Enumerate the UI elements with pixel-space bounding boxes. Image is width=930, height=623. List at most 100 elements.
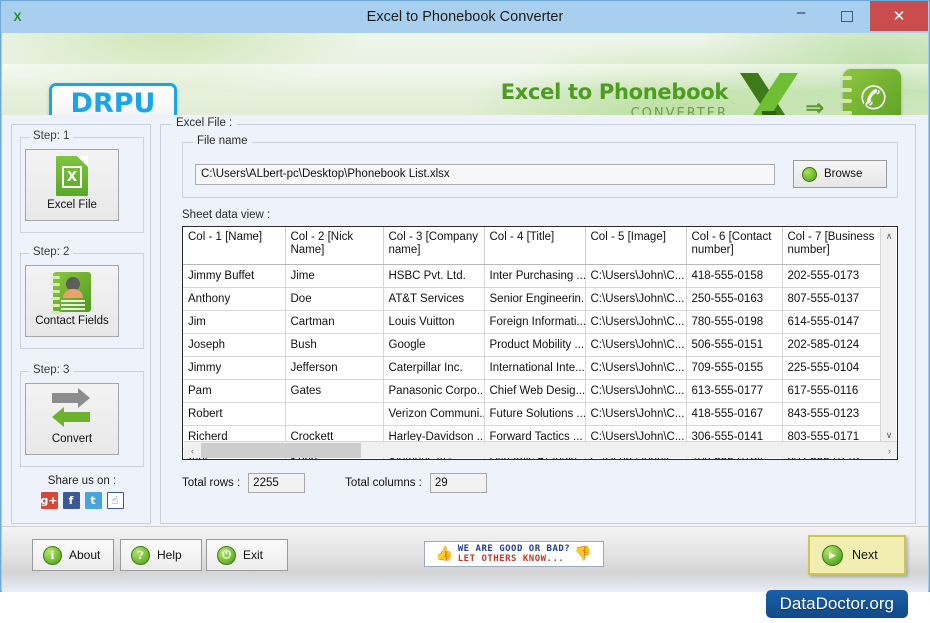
step-2-label: Contact Fields xyxy=(35,315,109,327)
column-header[interactable]: Col - 5 [Image] xyxy=(585,227,687,265)
column-header[interactable]: Col - 6 [Contact number] xyxy=(686,227,783,265)
exit-button[interactable]: ⏻ Exit xyxy=(206,539,288,571)
column-header[interactable]: Col - 4 [Title] xyxy=(484,227,586,265)
share-icon-list: g+ f t ☝ xyxy=(12,492,152,509)
table-cell: 225-555-0104 xyxy=(782,356,883,380)
table-cell: Google xyxy=(383,333,485,357)
table-cell: C:\Users\John\C... xyxy=(585,310,687,334)
scroll-up-icon[interactable]: ∧ xyxy=(881,228,897,245)
data-table: Col - 1 [Name] Col - 2 [Nick Name] Col -… xyxy=(183,227,883,459)
product-title: Excel to Phonebook CONVERTER xyxy=(501,81,729,115)
sidebar-item-convert[interactable]: Convert xyxy=(25,383,119,455)
scroll-left-icon[interactable]: ‹ xyxy=(184,442,201,459)
steps-sidebar: Step: 1 X Excel File Step: 2 Contact Fie… xyxy=(11,124,151,524)
feedback-line1: WE ARE GOOD OR BAD? xyxy=(457,544,571,554)
column-header[interactable]: Col - 7 [Business number] xyxy=(782,227,883,265)
file-path-input[interactable]: C:\Users\ALbert-pc\Desktop\Phonebook Lis… xyxy=(195,164,775,185)
scrollbar-thumb[interactable] xyxy=(201,443,361,458)
table-cell: 843-555-0123 xyxy=(782,402,883,426)
step-1-legend: Step: 1 xyxy=(29,130,74,142)
total-rows-value: 2255 xyxy=(248,473,306,493)
table-cell: Jime xyxy=(285,264,384,288)
application-window: X Excel to Phonebook Converter – ✕ DRPU … xyxy=(0,0,930,592)
total-rows-label: Total rows : xyxy=(182,477,241,489)
table-cell: C:\Users\John\C... xyxy=(585,402,687,426)
table-cell: Jimmy xyxy=(183,356,286,380)
table-cell: C:\Users\John\C... xyxy=(585,287,687,311)
table-row[interactable]: Robert Verizon Communi... Future Solutio… xyxy=(183,402,883,426)
table-cell: Inter Purchasing ... xyxy=(484,264,586,288)
table-cell: Foreign Informati... xyxy=(484,310,586,334)
play-icon: ▶ xyxy=(822,544,843,566)
facebook-icon[interactable]: f xyxy=(62,492,80,509)
next-button[interactable]: ▶ Next xyxy=(808,535,906,575)
table-row[interactable]: Jim Cartman Louis Vuitton Foreign Inform… xyxy=(183,310,883,334)
table-cell: 418-555-0167 xyxy=(686,402,783,426)
browse-icon xyxy=(802,166,817,182)
body-area: Step: 1 X Excel File Step: 2 Contact Fie… xyxy=(2,115,928,592)
table-row[interactable]: Jimmy Jefferson Caterpillar Inc. Interna… xyxy=(183,356,883,380)
total-columns-value: 29 xyxy=(429,473,487,493)
table-cell: Caterpillar Inc. xyxy=(383,356,485,380)
feedback-banner[interactable]: 👍 WE ARE GOOD OR BAD? LET OTHERS KNOW...… xyxy=(424,541,604,567)
sidebar-item-contact-fields[interactable]: Contact Fields xyxy=(25,265,119,337)
excel-x-icon xyxy=(738,71,800,115)
panel-legend: Excel File : xyxy=(171,117,238,129)
feedback-line2: LET OTHERS KNOW... xyxy=(457,554,565,564)
maximize-button[interactable] xyxy=(824,1,870,31)
scroll-right-icon[interactable]: › xyxy=(881,442,897,459)
file-name-group: File name C:\Users\ALbert-pc\Desktop\Pho… xyxy=(182,135,898,198)
drpu-logo: DRPU xyxy=(49,83,177,115)
question-icon: ? xyxy=(131,545,150,565)
grid-horizontal-scrollbar[interactable]: ‹ › xyxy=(184,441,897,459)
google-plus-icon[interactable]: g+ xyxy=(40,492,58,509)
twitter-icon[interactable]: t xyxy=(84,492,102,509)
thumbs-up-icon[interactable]: ☝ xyxy=(106,492,124,509)
column-header[interactable]: Col - 3 [Company name] xyxy=(383,227,485,265)
table-cell: Jefferson xyxy=(285,356,384,380)
grid-vertical-scrollbar[interactable]: ∧ ∨ xyxy=(880,228,896,444)
step-2-legend: Step: 2 xyxy=(29,246,74,258)
excel-file-panel: Excel File : File name C:\Users\ALbert-p… xyxy=(160,117,916,524)
table-row[interactable]: Anthony Doe AT&T Services Senior Enginee… xyxy=(183,287,883,311)
table-cell: Bush xyxy=(285,333,384,357)
table-row[interactable]: Joseph Bush Google Product Mobility ... … xyxy=(183,333,883,357)
table-cell: Panasonic Corpo... xyxy=(383,379,485,403)
table-cell: Joseph xyxy=(183,333,286,357)
column-header[interactable]: Col - 2 [Nick Name] xyxy=(285,227,384,265)
exit-button-label: Exit xyxy=(243,548,264,562)
about-button[interactable]: i About xyxy=(32,539,114,571)
column-header[interactable]: Col - 1 [Name] xyxy=(183,227,286,265)
next-button-label: Next xyxy=(852,548,878,562)
close-button[interactable]: ✕ xyxy=(870,1,928,31)
table-row[interactable]: Jimmy Buffet Jime HSBC Pvt. Ltd. Inter P… xyxy=(183,264,883,288)
thumbs-down-icon: 👎 xyxy=(574,546,593,562)
table-cell xyxy=(285,402,384,426)
minimize-button[interactable]: – xyxy=(778,1,824,31)
footer-bar: i About ? Help ⏻ Exit 👍 WE ARE GOOD OR B… xyxy=(2,526,928,592)
title-bar: X Excel to Phonebook Converter – ✕ xyxy=(1,1,929,33)
table-cell: 202-585-0124 xyxy=(782,333,883,357)
product-banner: DRPU Excel to Phonebook CONVERTER ⇒ ✆ xyxy=(2,33,928,115)
phonebook-rings xyxy=(840,76,852,115)
convert-arrows-icon xyxy=(50,388,94,430)
file-name-legend: File name xyxy=(193,135,252,147)
table-cell: C:\Users\John\C... xyxy=(585,333,687,357)
table-cell: Cartman xyxy=(285,310,384,334)
sheet-data-grid[interactable]: Col - 1 [Name] Col - 2 [Nick Name] Col -… xyxy=(182,226,898,460)
table-cell: 418-555-0158 xyxy=(686,264,783,288)
conversion-arrow-icon: ⇒ xyxy=(805,95,824,115)
feedback-text: WE ARE GOOD OR BAD? LET OTHERS KNOW... xyxy=(458,544,570,564)
drpu-logo-text: DRPU xyxy=(70,88,156,115)
table-cell: Louis Vuitton xyxy=(383,310,485,334)
table-row[interactable]: Pam Gates Panasonic Corpo... Chief Web D… xyxy=(183,379,883,403)
table-cell: 709-555-0155 xyxy=(686,356,783,380)
table-cell: 202-555-0173 xyxy=(782,264,883,288)
step-3-label: Convert xyxy=(51,433,93,445)
sidebar-item-excel-file[interactable]: X Excel File xyxy=(25,149,119,221)
contact-book-icon xyxy=(51,272,91,314)
sheet-data-view-label: Sheet data view : xyxy=(182,209,271,221)
help-button[interactable]: ? Help xyxy=(120,539,202,571)
browse-button[interactable]: Browse xyxy=(793,160,887,188)
table-cell: Verizon Communi... xyxy=(383,402,485,426)
